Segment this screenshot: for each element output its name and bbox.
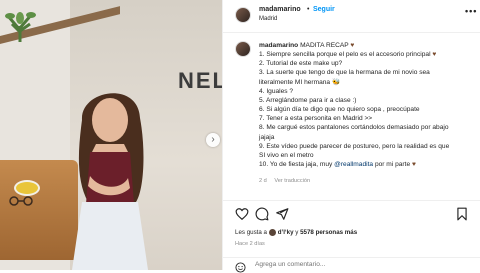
heart-emoji-icon: ♥: [432, 51, 437, 59]
caption-line: SI vivo en el metro: [259, 151, 314, 159]
heart-icon[interactable]: [235, 207, 249, 221]
action-bar: [223, 200, 480, 227]
caption-line: 4. Iguales ?: [259, 87, 294, 95]
more-options-icon[interactable]: •••: [465, 6, 477, 16]
caption-meta: 2 d Ver traducción: [259, 178, 316, 184]
bookmark-icon[interactable]: [455, 207, 469, 221]
avatar[interactable]: [235, 7, 251, 23]
location-link[interactable]: Madrid: [259, 16, 277, 22]
caption-title: MADITA RECAP: [300, 42, 349, 49]
follow-button[interactable]: Seguir: [313, 6, 335, 13]
bee-emoji-icon: 🐝: [331, 78, 341, 86]
glasses-icon: [9, 196, 33, 206]
caption-line: 2. Tutorial de este make up?: [259, 60, 343, 68]
separator-dot: •: [307, 6, 310, 13]
comment-icon[interactable]: [255, 207, 269, 221]
caption-time: 2 d: [259, 178, 267, 184]
likes-prefix: Les gusta a: [235, 229, 269, 237]
liker-username[interactable]: d’l‘ky: [278, 229, 294, 236]
likes-count[interactable]: 5578 personas más: [300, 229, 357, 236]
see-translation-link[interactable]: Ver traducción: [274, 178, 310, 184]
send-icon[interactable]: [275, 207, 289, 221]
cup: [14, 180, 40, 196]
plant-icon: [5, 12, 36, 42]
heart-emoji-icon: ♥: [411, 161, 416, 169]
liker-avatar: [268, 229, 276, 236]
person-figure: [72, 93, 148, 270]
heart-emoji-icon: ♥: [350, 42, 355, 49]
caption-line: 1. Siempre sencilla porque el pelo es el…: [259, 51, 431, 59]
post-photo[interactable]: NEL ›: [0, 0, 222, 270]
caption-username[interactable]: madamarino: [259, 42, 298, 49]
likes-summary[interactable]: Les gusta a d’l‘ky y 5578 personas más: [235, 229, 357, 236]
caption-line: 6. Si algún día te digo que no quiero so…: [259, 106, 420, 114]
caption-line-suffix: por mi parte: [373, 161, 412, 169]
caption-line: 7. Tener a esta personita en Madrid >>: [259, 115, 373, 123]
caption-line: 10. Yo de fiesta jaja, muy: [259, 161, 335, 169]
caption-line: 9. Este vídeo puede parecer de postureo,…: [259, 142, 450, 150]
mention-link[interactable]: @reallmadita: [334, 161, 373, 168]
next-image-button[interactable]: ›: [206, 133, 220, 147]
caption-line: 8. Me cargué estos pantalones cortándolo…: [259, 124, 449, 132]
caption-text: madamarino MADITA RECAP ♥ 1. Siempre sen…: [259, 41, 477, 169]
comment-input[interactable]: [255, 261, 465, 268]
caption-avatar[interactable]: [235, 41, 251, 57]
header-username[interactable]: madamarino: [259, 6, 301, 13]
caption-line: jajaja: [259, 133, 275, 141]
caption-line: 3. La suerte que tengo de que la hermana…: [259, 69, 430, 77]
post-time: Hace 2 días: [235, 241, 265, 247]
post-side-panel: madamarino • Seguir Madrid ••• madamarin…: [222, 0, 480, 273]
post-header: madamarino • Seguir Madrid •••: [223, 0, 480, 33]
caption-line: 5. Arreglándome para ir a clase :): [259, 96, 357, 104]
emoji-icon[interactable]: [235, 262, 246, 273]
caption-line: literalmente MI hermana: [259, 78, 331, 86]
wall-sign: NEL: [178, 68, 222, 93]
